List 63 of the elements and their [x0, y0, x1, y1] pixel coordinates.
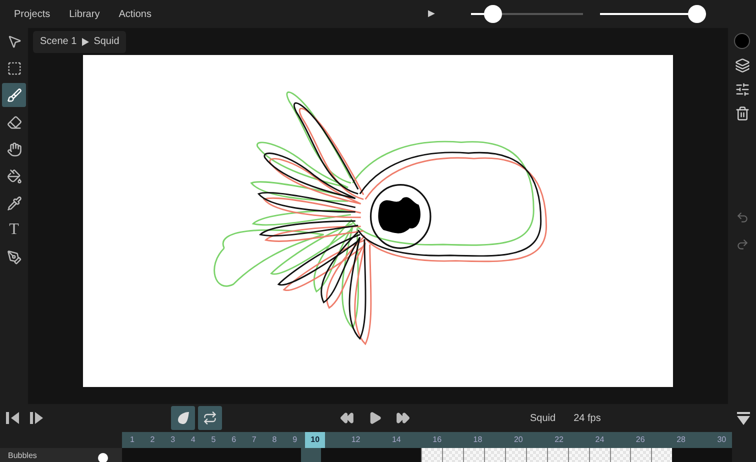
- breadcrumb-item[interactable]: Scene 1: [40, 34, 77, 49]
- frame-number[interactable]: 12: [346, 432, 366, 448]
- brush-icon: [6, 88, 22, 102]
- step-forward-icon[interactable]: [29, 412, 43, 424]
- playhead-marker[interactable]: [301, 448, 322, 462]
- layer-name[interactable]: Bubbles: [8, 451, 37, 460]
- onion-skin-button[interactable]: [171, 406, 195, 430]
- slider-thumb[interactable]: [688, 5, 706, 23]
- triangle-icon: [82, 38, 89, 46]
- visibility-toggle[interactable]: [98, 453, 108, 462]
- frame-number[interactable]: 28: [670, 432, 692, 448]
- breadcrumb-item[interactable]: Squid: [94, 34, 120, 49]
- frame-number[interactable]: 6: [224, 432, 244, 448]
- sliders-icon[interactable]: [734, 82, 750, 97]
- fill-icon: [6, 168, 22, 184]
- color-swatch[interactable]: [734, 33, 750, 49]
- frame-number[interactable]: 7: [244, 432, 264, 448]
- frame-number[interactable]: 9: [284, 432, 305, 448]
- menu-item[interactable]: Actions: [118, 6, 152, 22]
- fast-forward-icon[interactable]: [396, 411, 410, 425]
- timeline-ruler[interactable]: 1 2 3 4 5 6 7 8 9 10 12 14 16 18 20 22 24 26 28 30: [122, 432, 732, 448]
- frame-number[interactable]: 24: [590, 432, 610, 448]
- frame-number[interactable]: 5: [203, 432, 224, 448]
- redo-icon[interactable]: [736, 238, 748, 251]
- drawing-canvas[interactable]: [83, 55, 673, 387]
- play-icon[interactable]: [368, 411, 382, 425]
- frame-number[interactable]: 4: [182, 432, 204, 448]
- undo-icon[interactable]: [736, 211, 748, 224]
- frame-number[interactable]: 1: [122, 432, 142, 448]
- collapse-icon[interactable]: [737, 412, 750, 424]
- frame-number[interactable]: 10: [304, 432, 326, 448]
- frame-number[interactable]: 3: [162, 432, 183, 448]
- frame-number[interactable]: 2: [142, 432, 163, 448]
- play-button[interactable]: ▶: [428, 7, 435, 21]
- layer-header[interactable]: Bubbles: [0, 448, 122, 462]
- frame-number[interactable]: 14: [386, 432, 407, 448]
- frame-number[interactable]: 8: [264, 432, 285, 448]
- brush-tool[interactable]: [2, 83, 26, 107]
- select-icon: [6, 34, 22, 48]
- slider-thumb[interactable]: [484, 5, 502, 23]
- pen-icon: [6, 250, 22, 264]
- frame-number[interactable]: 26: [630, 432, 651, 448]
- animation-name: Squid: [530, 412, 556, 426]
- eyedropper-icon: [6, 196, 22, 210]
- menu-item[interactable]: Projects: [14, 6, 50, 22]
- menu-item[interactable]: Library: [69, 6, 100, 22]
- frame-number[interactable]: 16: [426, 432, 448, 448]
- text-tool[interactable]: T: [2, 218, 26, 242]
- frame-number[interactable]: 22: [548, 432, 570, 448]
- onion-icon: [176, 411, 190, 425]
- frame-number[interactable]: 18: [468, 432, 488, 448]
- frame-rate[interactable]: 24 fps: [574, 410, 601, 426]
- rewind-icon[interactable]: [340, 411, 354, 425]
- eraser-icon: [6, 114, 22, 130]
- step-back-icon[interactable]: [6, 412, 20, 424]
- loop-icon: [203, 411, 217, 425]
- frame-number[interactable]: 20: [508, 432, 529, 448]
- loop-button[interactable]: [198, 406, 222, 430]
- layers-icon[interactable]: [734, 58, 750, 73]
- marquee-icon: [6, 60, 22, 76]
- filled-frame[interactable]: [651, 448, 672, 462]
- frame-number[interactable]: 30: [712, 432, 732, 448]
- trash-icon[interactable]: [734, 106, 750, 121]
